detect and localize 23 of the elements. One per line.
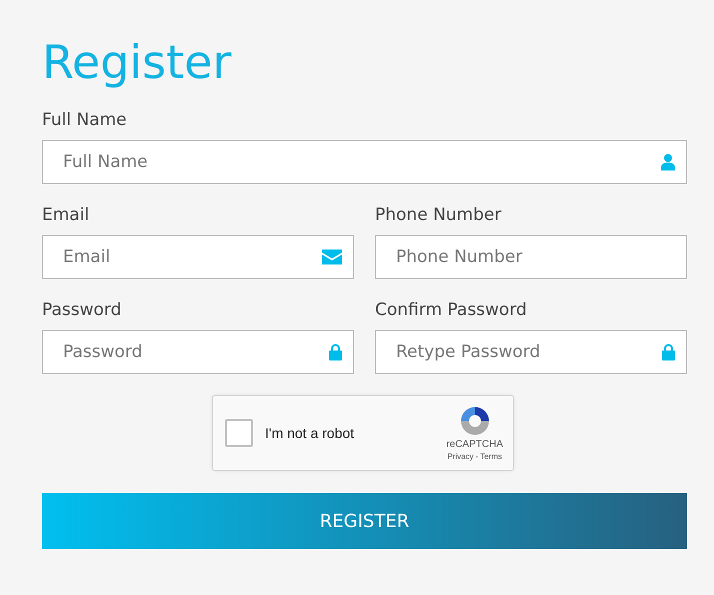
input-field[interactable]: Retype Password — [375, 330, 687, 374]
captcha-brand: reCAPTCHA — [446, 439, 503, 450]
envelope-icon — [322, 250, 342, 264]
lock-icon — [329, 344, 342, 360]
recaptcha-logo-icon — [458, 405, 491, 437]
field-label: Full Name — [42, 110, 127, 130]
input-field[interactable]: Password — [42, 330, 354, 374]
input-field[interactable]: Phone Number — [375, 235, 687, 279]
captcha-checkbox[interactable] — [225, 419, 253, 447]
person-icon — [661, 154, 675, 170]
page-title: Register — [42, 34, 232, 91]
privacy-link[interactable]: Privacy — [447, 452, 474, 461]
separator-text: - — [476, 452, 478, 461]
input-field[interactable]: Email — [42, 235, 354, 279]
lock-icon — [662, 344, 675, 360]
field-label: Phone Number — [375, 205, 502, 225]
input-field[interactable]: Full Name — [42, 140, 687, 184]
field-label: Email — [42, 205, 90, 225]
field-label: Confirm Password — [375, 300, 527, 320]
terms-link[interactable]: Terms — [480, 452, 502, 461]
captcha-label: I'm not a robot — [265, 425, 356, 441]
register-button[interactable]: REGISTER — [42, 493, 687, 549]
field-label: Password — [42, 300, 122, 320]
